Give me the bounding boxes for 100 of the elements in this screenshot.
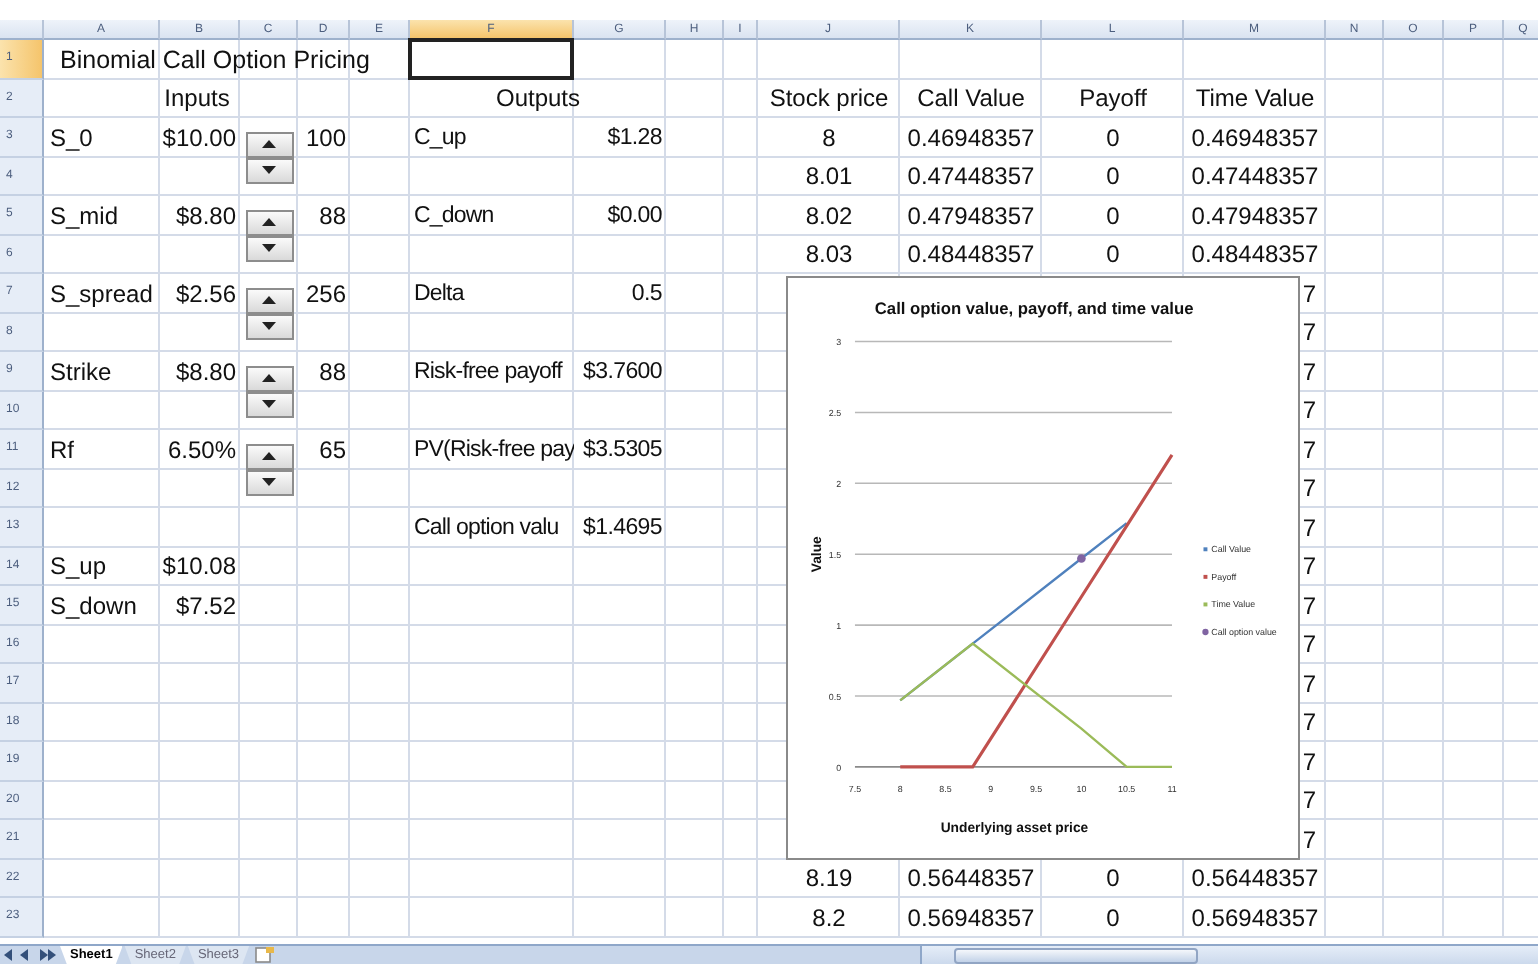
active-cell[interactable] — [408, 38, 574, 79]
spin-down-button[interactable] — [245, 235, 293, 261]
input-label: Strike — [48, 355, 114, 390]
caret-up-icon — [262, 218, 276, 226]
table-cell-text: 7 — [1302, 316, 1316, 351]
chart-title: Call option value, payoff, and time value — [874, 298, 1194, 318]
output-label: Delta — [412, 279, 467, 310]
table-cell-text: 0.48448357 — [905, 238, 1037, 273]
table-cell-text: 0.46948357 — [905, 121, 1037, 156]
legend-marker — [1202, 628, 1209, 636]
table-cell-text: 0.56948357 — [905, 901, 1037, 936]
section-heading: Outputs — [493, 82, 583, 117]
legend-marker — [1203, 574, 1208, 579]
table-cell-text: 0.56448357 — [1189, 862, 1321, 897]
output-label: C_down — [412, 201, 496, 232]
output-value: $1.4695 — [581, 513, 664, 544]
caret-up-icon — [262, 296, 276, 304]
table-cell-text: 8.01 — [803, 160, 855, 195]
legend-marker — [1203, 602, 1208, 607]
table-cell-text: 7 — [1302, 511, 1316, 546]
table-cell-text: 0 — [1104, 862, 1122, 897]
output-value: $3.7600 — [581, 357, 664, 388]
spin-up-button[interactable] — [245, 131, 293, 157]
output-value: $3.5305 — [581, 435, 664, 466]
table-cell-text: 8.19 — [803, 862, 855, 897]
table-cell-text: 7 — [1302, 433, 1316, 468]
table-cell-text: 8.02 — [803, 199, 855, 234]
table-cell-text: 0.47948357 — [905, 199, 1037, 234]
table-cell-text: 0.48448357 — [1189, 238, 1321, 273]
caret-down-icon — [262, 478, 276, 486]
horizontal-scrollbar[interactable] — [920, 946, 1538, 964]
output-value: $0.00 — [605, 201, 664, 232]
table-cell-text: 0 — [1104, 901, 1122, 936]
input-label: S_0 — [48, 121, 95, 156]
table-cell-text: 7 — [1302, 628, 1316, 663]
spin-down-button[interactable] — [245, 157, 293, 183]
output-value: $1.28 — [605, 123, 664, 154]
input-value: $8.80 — [173, 199, 238, 234]
input-value: $7.52 — [173, 589, 238, 624]
input-label: Rf — [48, 433, 76, 468]
spinner-value: 88 — [317, 355, 348, 390]
table-cell-text: 7 — [1302, 472, 1316, 507]
table-cell-text: 0.56448357 — [905, 862, 1037, 897]
output-label: Risk-free payoff — [412, 357, 565, 388]
spin-up-button[interactable] — [245, 443, 293, 469]
input-label: S_down — [48, 589, 139, 624]
table-cell-text: 7 — [1302, 706, 1316, 741]
table-cell-text: 7 — [1302, 784, 1316, 819]
spin-down-button[interactable] — [245, 313, 293, 339]
caret-down-icon — [262, 244, 276, 252]
table-cell-text: 7 — [1302, 394, 1316, 429]
caret-up-icon — [262, 374, 276, 382]
input-label: S_mid — [48, 199, 121, 234]
table-cell-text: 0.56948357 — [1189, 901, 1321, 936]
input-value: $2.56 — [173, 277, 238, 312]
table-cell-text: 0.47948357 — [1189, 199, 1321, 234]
spin-up-button[interactable] — [245, 365, 293, 391]
input-label: S_up — [48, 550, 109, 585]
input-value: $10.00 — [160, 121, 238, 156]
input-value: $10.08 — [160, 550, 238, 585]
spinner-value: 88 — [317, 199, 348, 234]
table-cell-text: 7 — [1302, 745, 1316, 780]
output-value: 0.5 — [629, 279, 664, 310]
table-header: Stock price — [767, 82, 891, 117]
spin-down-button[interactable] — [245, 391, 293, 417]
table-header: Payoff — [1077, 82, 1149, 117]
input-label: S_spread — [48, 277, 155, 312]
table-cell-text: 0 — [1104, 199, 1122, 234]
spin-up-button[interactable] — [245, 209, 293, 235]
input-value: 6.50% — [165, 433, 238, 468]
table-header: Time Value — [1193, 82, 1317, 117]
table-cell-text: 8.2 — [810, 901, 848, 936]
table-cell-text: 7 — [1302, 355, 1316, 390]
insert-sheet-icon[interactable] — [251, 946, 276, 964]
caret-up-icon — [262, 452, 276, 460]
spin-up-button[interactable] — [245, 287, 293, 313]
tab-scroll-arrows-icon[interactable] — [0, 946, 60, 964]
table-cell-text: 8 — [820, 121, 838, 156]
table-cell-text: 0 — [1104, 121, 1122, 156]
spinner-value: 65 — [317, 433, 348, 468]
table-cell-text: 0 — [1104, 238, 1122, 273]
table-cell-text: 0.46948357 — [1189, 121, 1321, 156]
table-header: Call Value — [915, 82, 1027, 117]
caret-down-icon — [262, 166, 276, 174]
output-label: C_up — [412, 123, 468, 154]
spinner-value: 256 — [303, 277, 348, 312]
caret-down-icon — [262, 322, 276, 330]
caret-down-icon — [262, 400, 276, 408]
table-cell-text: 7 — [1302, 823, 1316, 858]
data-point — [1077, 554, 1086, 563]
table-cell-text: 7 — [1302, 589, 1316, 624]
table-cell-text: 0 — [1104, 160, 1122, 195]
table-cell-text: 8.03 — [803, 238, 855, 273]
caret-up-icon — [262, 140, 276, 148]
section-heading: Inputs — [162, 82, 232, 117]
sheet-title: Binomial Call Option Pricing — [58, 43, 372, 78]
spin-down-button[interactable] — [245, 469, 293, 495]
table-cell-text: 7 — [1302, 277, 1316, 312]
table-cell-text: 0.47448357 — [905, 160, 1037, 195]
input-value: $8.80 — [173, 355, 238, 390]
